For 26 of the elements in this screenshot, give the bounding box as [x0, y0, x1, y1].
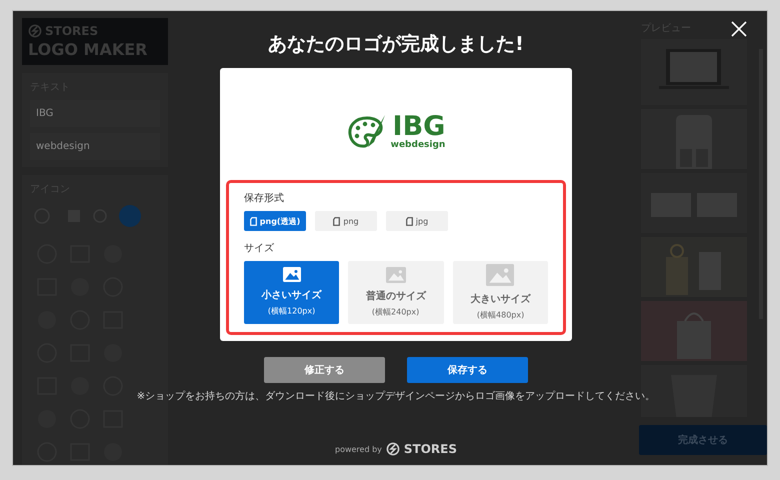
stores-logo-icon — [28, 24, 42, 38]
file-icon — [333, 216, 340, 226]
dialog-title: あなたのロゴが完成しました! — [268, 32, 524, 57]
brand-name: STORES — [404, 442, 457, 456]
option-label: 保存形式 — [244, 192, 285, 205]
palette-icon — [346, 114, 387, 150]
save-button[interactable]: 保存する — [407, 357, 528, 383]
size-option[interactable]: 大きいサイズ (横幅480px) — [452, 261, 548, 324]
format-button[interactable]: png — [315, 211, 377, 231]
image-icon — [282, 267, 301, 282]
image-icon — [486, 264, 514, 286]
close-icon[interactable] — [731, 21, 747, 37]
note-text: ※ショップをお持ちの方は、ダウンロード後にショップデザインページからロゴ画像をアップロードしてください。 — [136, 390, 656, 403]
powered-by-text: powered by — [334, 444, 382, 454]
file-icon — [250, 216, 257, 226]
stores-logo-icon — [386, 442, 400, 456]
image-icon — [386, 266, 406, 282]
file-icon — [406, 216, 413, 226]
option-label: サイズ — [244, 242, 275, 255]
edit-button[interactable]: 修正する — [264, 357, 385, 383]
size-option[interactable]: 普通のサイズ (横幅240px) — [348, 261, 444, 324]
format-button[interactable]: png(透過) — [244, 211, 306, 231]
logo-name: IBG — [392, 113, 446, 140]
format-button[interactable]: jpg — [386, 211, 448, 231]
logo-tagline: webdesign — [390, 140, 446, 151]
size-option[interactable]: 小さいサイズ (横幅120px) — [244, 261, 340, 324]
